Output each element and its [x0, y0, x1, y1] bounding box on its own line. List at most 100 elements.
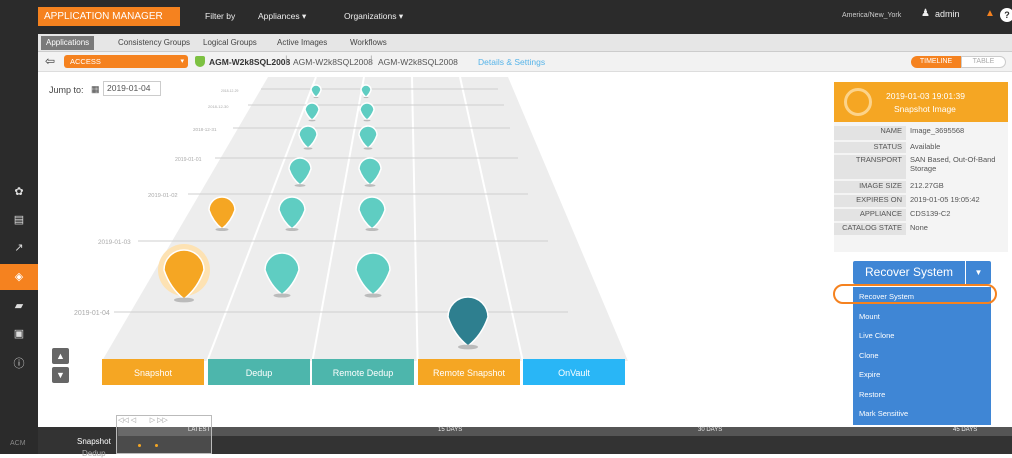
row-label: 2019-01-04	[74, 310, 110, 317]
snapshot-dot[interactable]	[138, 444, 141, 447]
dedup-pin-shadow	[308, 119, 316, 122]
organizations-label: Organizations	[344, 11, 397, 21]
back-arrow-icon[interactable]: ⇦	[45, 54, 55, 68]
appliances-label: Appliances	[258, 11, 300, 21]
database-icon[interactable]: ▤	[11, 212, 27, 228]
user-menu[interactable]: admin	[935, 9, 960, 19]
shield-icon	[195, 56, 205, 67]
15-days-marker: 15 DAYS	[438, 427, 463, 433]
row-label: 2018-12-31	[193, 127, 217, 132]
image-type: Snapshot Image	[894, 104, 956, 114]
user-icon: ♟	[921, 8, 930, 19]
detail-row: APPLIANCE CDS139-C2	[834, 209, 1008, 221]
detail-value: Available	[910, 142, 941, 151]
scrubber-strip	[118, 427, 1012, 436]
timeline-toggle[interactable]: TIMELINE	[911, 56, 961, 68]
breadcrumb-host[interactable]: AGM-W2k8SQL2008	[293, 57, 373, 67]
tab-bar: Applications Consistency Groups Logical …	[38, 34, 1012, 52]
detail-value: 2019-01-05 19:05:42	[910, 195, 980, 204]
45-days-marker: 45 DAYS	[953, 427, 978, 433]
snapshot-dot[interactable]	[155, 444, 158, 447]
divider: |	[370, 55, 373, 66]
tab-logical-groups[interactable]: Logical Groups	[198, 36, 262, 50]
timezone-label: America/New_York	[842, 12, 902, 19]
detail-row: CATALOG STATE None	[834, 223, 1008, 235]
brush-handles[interactable]: ◁◁ ◁ ▷ ▷▷	[118, 416, 168, 424]
dedup-pin-shadow	[303, 147, 313, 150]
lane-button-label: Dedup	[246, 368, 273, 378]
detail-label: STATUS	[834, 142, 906, 153]
scroll-down-button[interactable]: ▼	[52, 367, 69, 383]
detail-label: NAME	[834, 126, 906, 140]
details-settings-link[interactable]: Details & Settings	[478, 57, 545, 67]
tab-workflows[interactable]: Workflows	[345, 36, 392, 50]
context-bar: ⇦ ACCESS ▾ AGM-W2k8SQL2008 | AGM-W2k8SQL2…	[38, 52, 1012, 72]
image-datetime: 2019-01-03 19:01:39	[886, 91, 965, 101]
tab-active-images[interactable]: Active Images	[272, 36, 332, 50]
detail-row: IMAGE SIZE 212.27GB	[834, 181, 1008, 193]
remote-dedup-pin-shadow	[363, 147, 373, 150]
breadcrumb-host-2[interactable]: AGM-W2k8SQL2008	[378, 57, 458, 67]
info-icon[interactable]: ⓘ	[11, 356, 27, 372]
remote-snapshot-pin-shadow	[458, 344, 478, 350]
snapshot-track-label: Snapshot	[77, 437, 111, 446]
row-label: 2019-01-01	[175, 157, 202, 163]
snapshot-ring-icon	[844, 88, 872, 116]
access-dropdown[interactable]: ACCESS ▾	[64, 55, 188, 68]
remote-dedup-pin-shadow	[364, 184, 376, 187]
30-days-marker: 30 DAYS	[698, 427, 723, 433]
filter-by-label: Filter by	[205, 11, 236, 21]
app-manager-icon[interactable]: ◈	[0, 264, 38, 290]
breadcrumb-app[interactable]: AGM-W2k8SQL2008	[209, 57, 290, 67]
monitor-icon[interactable]: ▣	[11, 326, 27, 342]
row-label: 2019-01-03	[98, 239, 131, 246]
detail-label: EXPIRES ON	[834, 195, 906, 207]
detail-value: 212.27GB	[910, 181, 944, 190]
divider: |	[285, 55, 288, 66]
dashboard-icon[interactable]: ✿	[11, 184, 27, 200]
menu-item[interactable]: Restore	[859, 390, 885, 399]
menu-item[interactable]: Clone	[859, 351, 879, 360]
dedup-pin-shadow	[313, 96, 319, 99]
recover-system-button[interactable]: Recover System	[853, 261, 965, 284]
row-label: 2018-12-30	[208, 104, 229, 109]
detail-row: STATUS Available	[834, 142, 1008, 153]
menu-item[interactable]: Mount	[859, 312, 880, 321]
table-toggle[interactable]: TABLE	[961, 56, 1006, 68]
analytics-icon[interactable]: ↗	[11, 240, 27, 256]
dedup-pin-shadow	[273, 293, 291, 298]
storage-icon[interactable]: ▰	[11, 298, 27, 314]
detail-value: Image_3695568	[910, 126, 965, 135]
detail-row: EXPIRES ON 2019-01-05 19:05:42	[834, 195, 1008, 207]
recover-menu: Recover System Mount Live Clone Clone Expire…	[853, 287, 991, 425]
tab-applications[interactable]: Applications	[41, 36, 95, 50]
snapshot-pin-shadow	[215, 227, 229, 232]
timeline-stage: 2019-01-04 2019-01-03 2019-01-02 2019-01-01…	[74, 76, 628, 385]
help-icon[interactable]: ?	[1000, 8, 1012, 22]
detail-row: TRANSPORT SAN Based, Out-Of-Band Storage	[834, 155, 1008, 179]
scroll-up-button[interactable]: ▲	[52, 348, 69, 364]
appliances-filter[interactable]: Appliances ▾	[258, 8, 306, 24]
tab-consistency-groups[interactable]: Consistency Groups	[113, 36, 195, 50]
menu-item[interactable]: Expire	[859, 370, 880, 379]
acm-label: ACM	[10, 440, 26, 447]
remote-dedup-pin-shadow	[365, 227, 379, 232]
detail-value: SAN Based, Out-Of-Band Storage	[910, 155, 996, 173]
remote-dedup-pin-shadow	[364, 293, 382, 298]
detail-label: APPLIANCE	[834, 209, 906, 221]
detail-label: TRANSPORT	[834, 155, 906, 179]
notification-bell-icon[interactable]: ▲	[985, 8, 995, 19]
detail-label: IMAGE SIZE	[834, 181, 906, 193]
organizations-filter[interactable]: Organizations ▾	[344, 8, 403, 24]
menu-item[interactable]: Live Clone	[859, 331, 894, 340]
dedup-pin-shadow	[285, 227, 299, 232]
menu-item[interactable]: Mark Sensitive	[859, 409, 908, 418]
app-name[interactable]: APPLICATION MANAGER	[38, 7, 180, 26]
recover-dropdown-toggle[interactable]: ▼	[966, 261, 991, 284]
lane-button-label: Remote Dedup	[333, 368, 394, 378]
top-bar: APPLICATION MANAGER Filter by Appliances…	[0, 0, 1012, 34]
detail-value: None	[910, 223, 928, 232]
menu-highlight	[833, 284, 997, 304]
snapshot-pin-shadow	[174, 297, 194, 303]
chevron-down-icon: ▾	[180, 58, 184, 65]
